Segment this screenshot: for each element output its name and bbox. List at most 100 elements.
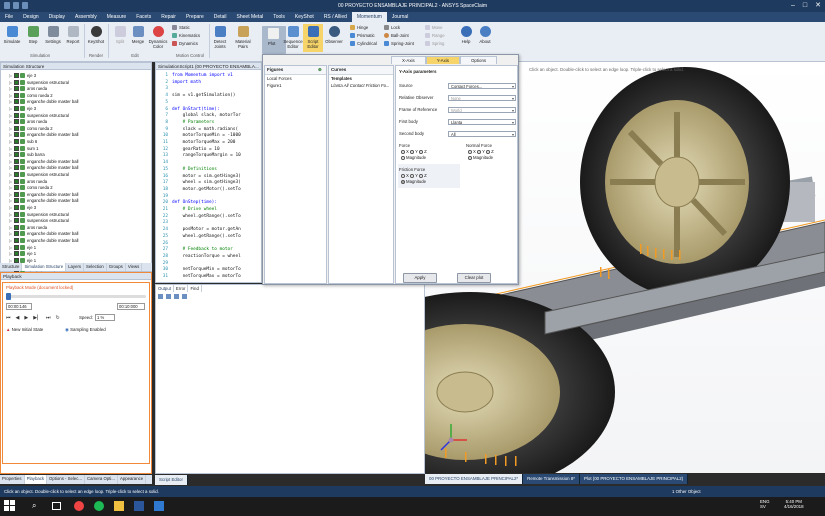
visibility-checkbox[interactable] [14, 119, 19, 125]
file-explorer-icon[interactable] [114, 501, 124, 511]
start-icon[interactable] [4, 500, 15, 511]
menu-item[interactable]: KeyShot [290, 12, 319, 22]
tab[interactable]: Layers [66, 263, 85, 271]
tab[interactable]: Output [156, 285, 174, 292]
kinematics-mode[interactable]: Kinematics [172, 32, 200, 39]
menu-item[interactable]: Sheet Metal [232, 12, 269, 22]
loop-icon[interactable]: ↻ [55, 315, 59, 321]
split-button[interactable]: Split [110, 24, 130, 52]
visibility-checkbox[interactable] [14, 145, 19, 151]
menu-item[interactable]: Tools [268, 12, 290, 22]
chrome-icon[interactable] [74, 501, 84, 511]
visibility-checkbox[interactable] [14, 218, 19, 224]
minimize-icon[interactable]: – [791, 0, 795, 12]
axis-tab[interactable]: X-Axis [391, 56, 426, 64]
visibility-checkbox[interactable] [14, 238, 19, 243]
tab[interactable]: Groups [107, 263, 126, 271]
spaceclaim-taskbar-icon[interactable] [154, 501, 164, 511]
document-tab[interactable]: Remote Transmission 8* [523, 474, 580, 484]
visibility-checkbox[interactable] [14, 158, 19, 164]
help-button[interactable]: Help [456, 24, 476, 52]
skip-end-icon[interactable]: ⏭ [46, 315, 51, 321]
playback-slider[interactable] [6, 293, 146, 300]
speed-input[interactable]: 1 % [95, 314, 115, 321]
tab[interactable]: Error [174, 285, 189, 292]
keyshot-button[interactable]: KeyShot [86, 24, 106, 52]
source-dropdown[interactable]: Contact Forces... [448, 83, 516, 89]
about-button[interactable]: About [475, 24, 495, 52]
tab[interactable]: Camera Opti... [85, 475, 118, 484]
observer-dropdown[interactable]: None [448, 95, 516, 101]
visibility-checkbox[interactable] [14, 132, 19, 138]
axis-tab[interactable]: Options [459, 56, 498, 64]
hinge-button[interactable]: Hinge [350, 24, 368, 31]
frame-dropdown[interactable]: World [448, 107, 516, 113]
grid-icon[interactable] [174, 294, 179, 299]
script-editor-button[interactable]: Script Editor [303, 24, 323, 52]
new-initial-state-button[interactable]: ▲ New Initial State [6, 327, 43, 332]
visibility-checkbox[interactable] [14, 86, 19, 92]
menu-item[interactable]: Repair [156, 12, 181, 22]
visibility-checkbox[interactable] [14, 79, 19, 85]
visibility-checkbox[interactable] [14, 191, 19, 197]
figure-item[interactable]: Figure1 [265, 82, 326, 89]
script-editor-tab[interactable]: Script Editor [155, 475, 188, 485]
prismatic-button[interactable]: Prismatic [350, 32, 375, 39]
apply-button[interactable]: Apply [403, 273, 437, 283]
menu-item[interactable]: Detail [209, 12, 232, 22]
visibility-checkbox[interactable] [14, 251, 19, 257]
skip-start-icon[interactable]: ⏮ [6, 315, 11, 321]
run-icon[interactable] [158, 294, 163, 299]
word-icon[interactable] [134, 501, 144, 511]
maximize-icon[interactable]: □ [803, 0, 807, 12]
ball-joint-button[interactable]: Ball-Joint [384, 32, 409, 39]
tab[interactable]: Playback [24, 475, 48, 484]
visibility-checkbox[interactable] [14, 106, 19, 111]
spotify-icon[interactable] [94, 501, 104, 511]
normal-magnitude-radio[interactable] [468, 156, 472, 160]
tab[interactable]: Properties [0, 475, 25, 484]
menu-item[interactable]: Prepare [181, 12, 209, 22]
script-tab[interactable]: SimulationScript1 (00 PROYECTO ENSAMBLA.… [156, 63, 261, 70]
clock[interactable]: 5:40 PM 4/16/2018 [784, 499, 804, 509]
sampling-toggle[interactable]: ◉ Sampling Enabled [65, 327, 106, 333]
menu-item[interactable]: RS / Allied [319, 12, 352, 22]
material-pairs-button[interactable]: Material Pairs [230, 24, 256, 52]
menu-item[interactable]: Design [18, 12, 44, 22]
window-controls[interactable]: – □ ✕ [791, 0, 821, 12]
visibility-checkbox[interactable] [14, 139, 19, 144]
visibility-checkbox[interactable] [14, 185, 19, 191]
visibility-checkbox[interactable] [14, 231, 19, 237]
menu-item[interactable]: Assembly [70, 12, 102, 22]
visibility-checkbox[interactable] [14, 92, 19, 98]
code-editor[interactable]: 1 from Momentum import v1 2 import math 3 4 si… [156, 72, 263, 282]
playback-slider-handle[interactable] [6, 293, 11, 300]
axis-tab[interactable]: Y-Axis [425, 56, 460, 64]
tab[interactable]: Views [126, 263, 143, 271]
simulate-button[interactable]: Simulate [2, 24, 22, 52]
menu-item[interactable]: Facets [131, 12, 156, 22]
menu-item[interactable]: Display [44, 12, 70, 22]
visibility-checkbox[interactable] [14, 152, 19, 158]
tab[interactable]: Simulation Structure [22, 263, 67, 271]
menu-item[interactable]: File [0, 12, 18, 22]
tab[interactable]: Appearance [118, 475, 147, 484]
visibility-checkbox[interactable] [14, 172, 19, 177]
menu-item[interactable]: Measure [102, 12, 131, 22]
menu-item[interactable]: Journal [387, 12, 413, 22]
visibility-checkbox[interactable] [14, 178, 19, 184]
tab[interactable]: Selection [84, 263, 107, 271]
step-forward-icon[interactable]: ▶▏ [33, 315, 41, 321]
menu-item[interactable]: Momentum [351, 12, 387, 22]
range-button[interactable]: Range [425, 32, 445, 39]
add-figure-icon[interactable]: ⊕ [318, 66, 322, 74]
task-view-icon[interactable] [52, 502, 61, 510]
tab[interactable]: Structure [0, 263, 23, 271]
play-icon[interactable]: ▶ [24, 315, 28, 321]
force-magnitude-radio[interactable] [401, 156, 405, 160]
document-tab[interactable]: 00 PROYECTO ENSAMBLAJE PRINCIPAL2* [425, 474, 524, 484]
visibility-checkbox[interactable] [14, 205, 19, 210]
visibility-checkbox[interactable] [14, 112, 19, 118]
move-button[interactable]: Move [425, 24, 443, 31]
sequence-editor-button[interactable]: Sequence Editor [282, 24, 304, 52]
